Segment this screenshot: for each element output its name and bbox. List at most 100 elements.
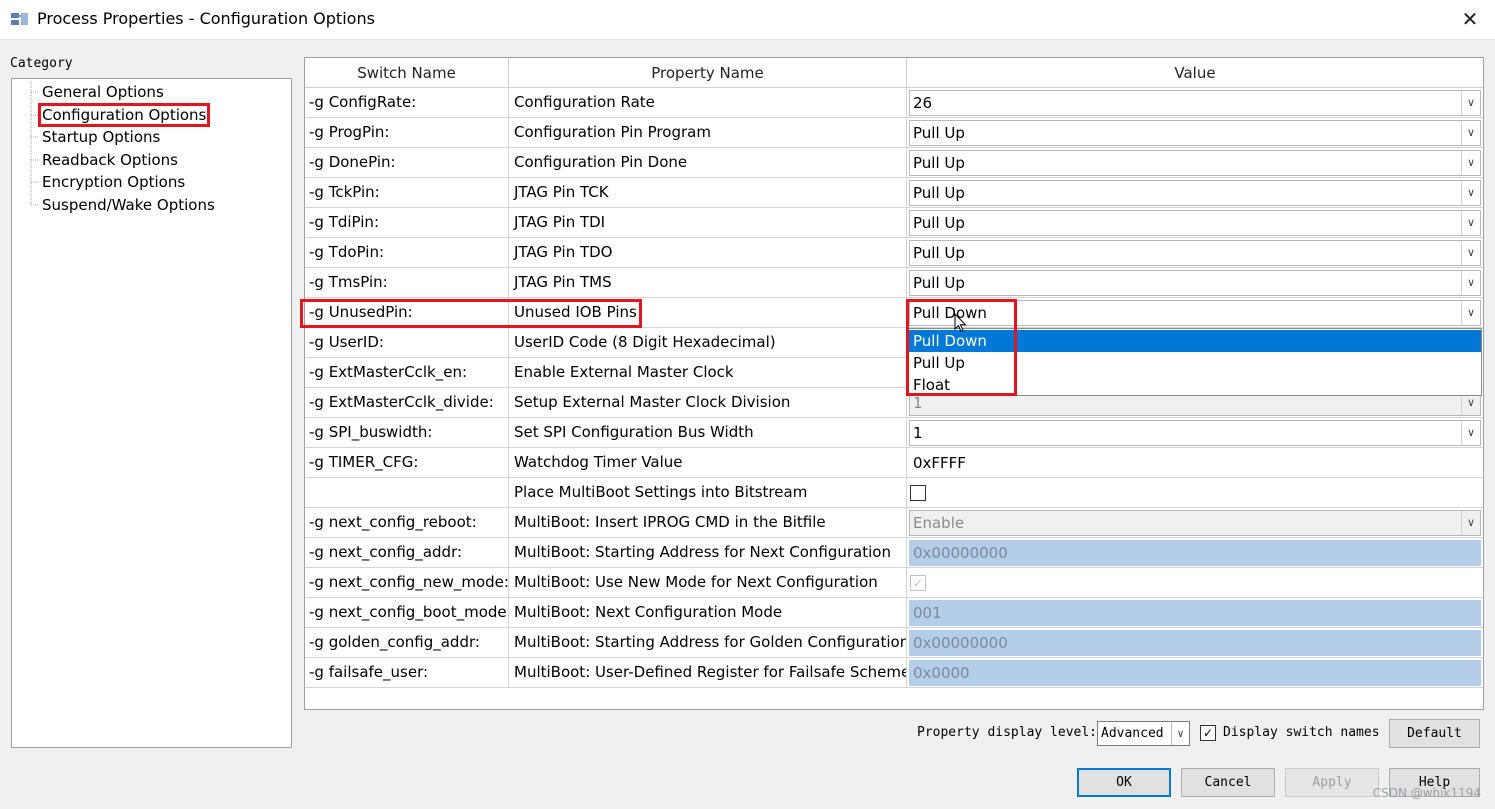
chevron-down-icon: ∨ [1461, 511, 1480, 535]
table-row[interactable]: -g DonePin: Configuration Pin Done Pull Up… [305, 148, 1483, 178]
cancel-button[interactable]: Cancel [1181, 768, 1275, 797]
property-name-cell: MultiBoot: Use New Mode for Next Configu… [509, 568, 907, 597]
tree-item-configuration-options[interactable]: Configuration Options [37, 103, 211, 127]
display-level-select[interactable]: Advanced ∨ [1097, 721, 1190, 746]
property-name-cell: UserID Code (8 Digit Hexadecimal) [509, 328, 907, 357]
switch-name-cell: -g TdiPin: [305, 208, 509, 237]
value-combobox[interactable]: 26 ∨ [909, 90, 1481, 116]
property-name-cell: MultiBoot: Insert IPROG CMD in the Bitfi… [509, 508, 907, 537]
table-row[interactable]: -g next_config_boot_mode: MultiBoot: Next… [305, 598, 1483, 628]
display-switch-names-checkbox[interactable]: ✓ [1200, 725, 1216, 741]
value-cell: Pull Up ∨ [907, 148, 1483, 177]
tree-item-startup-options[interactable]: Startup Options [39, 126, 163, 148]
switch-name-cell: -g UserID: [305, 328, 509, 357]
apply-button[interactable]: Apply [1285, 768, 1379, 797]
chevron-down-icon: ∨ [1461, 211, 1480, 235]
property-name-cell: MultiBoot: Starting Address for Next Con… [509, 538, 907, 567]
value-cell: Pull Up ∨ [907, 118, 1483, 147]
property-name-cell: JTAG Pin TCK [509, 178, 907, 207]
table-row[interactable]: -g next_config_new_mode: MultiBoot: Use N… [305, 568, 1483, 598]
switch-name-cell: -g next_config_boot_mode: [305, 598, 509, 627]
default-button[interactable]: Default [1389, 719, 1480, 748]
switch-name-cell: -g ExtMasterCclk_divide: [305, 388, 509, 417]
table-row[interactable]: -g failsafe_user: MultiBoot: User-Defined… [305, 658, 1483, 688]
value-cell: Pull Up ∨ [907, 178, 1483, 207]
value-combobox[interactable]: Pull Up ∨ [909, 120, 1481, 146]
property-name-cell: MultiBoot: User-Defined Register for Fai… [509, 658, 907, 687]
title-bar: Process Properties - Configuration Optio… [0, 0, 1495, 40]
table-row[interactable]: -g TmsPin: JTAG Pin TMS Pull Up ∨ [305, 268, 1483, 298]
property-name-cell: Configuration Rate [509, 88, 907, 117]
value-combobox[interactable]: Pull Up ∨ [909, 210, 1481, 236]
switch-name-cell: -g next_config_new_mode: [305, 568, 509, 597]
value-cell: Pull Down ∨ [907, 298, 1483, 327]
table-row[interactable]: -g TckPin: JTAG Pin TCK Pull Up ∨ [305, 178, 1483, 208]
dropdown-option-pull-up[interactable]: Pull Up [909, 352, 1481, 374]
category-label: Category [10, 56, 73, 71]
display-level-label: Property display level: [917, 725, 1098, 740]
switch-name-cell [305, 478, 509, 507]
combobox-value: Pull Up [913, 214, 965, 232]
combobox-value: Pull Up [913, 184, 965, 202]
property-name-cell: Configuration Pin Done [509, 148, 907, 177]
value-combobox[interactable]: Pull Down ∨ [909, 300, 1481, 326]
watermark: CSDN @whik1194 [1372, 786, 1481, 800]
chevron-down-icon: ∨ [1461, 91, 1480, 115]
value-checkbox[interactable] [910, 485, 926, 501]
value-cell: Enable ∨ [907, 508, 1483, 537]
close-icon: ✕ [1461, 7, 1479, 31]
table-row[interactable]: -g TdiPin: JTAG Pin TDI Pull Up ∨ [305, 208, 1483, 238]
display-switch-names-label: Display switch names [1223, 725, 1380, 740]
combobox-value: 1 [913, 424, 923, 442]
tree-item-general-options[interactable]: General Options [39, 81, 167, 103]
property-name-cell: Setup External Master Clock Division [509, 388, 907, 417]
ok-button[interactable]: OK [1077, 768, 1171, 797]
value-combobox[interactable]: 1 ∨ [909, 420, 1481, 446]
switch-name-cell: -g TckPin: [305, 178, 509, 207]
table-row[interactable]: -g SPI_buswidth: Set SPI Configuration Bu… [305, 418, 1483, 448]
chevron-down-icon: ∨ [1461, 301, 1480, 325]
window-title: Process Properties - Configuration Optio… [37, 9, 375, 28]
combobox-value: Pull Up [913, 244, 965, 262]
close-button[interactable]: ✕ [1457, 6, 1483, 32]
value-cell: Pull Up ∨ [907, 208, 1483, 237]
tree-item-encryption-options[interactable]: Encryption Options [39, 171, 188, 193]
header-value: Value [1174, 64, 1216, 82]
value-text-field[interactable]: 0xFFFF [909, 450, 1481, 476]
property-name-cell: Place MultiBoot Settings into Bitstream [509, 478, 907, 507]
dropdown-option-pull-down[interactable]: Pull Down [909, 330, 1481, 352]
header-property-name: Property Name [509, 58, 907, 88]
chevron-down-icon: ∨ [1461, 151, 1480, 175]
value-combobox[interactable]: Pull Up ∨ [909, 180, 1481, 206]
table-row[interactable]: -g next_config_reboot: MultiBoot: Insert … [305, 508, 1483, 538]
value-checkbox: ✓ [910, 575, 926, 591]
value-cell: 0x0000 [907, 658, 1483, 687]
switch-name-cell: -g TIMER_CFG: [305, 448, 509, 477]
switch-name-cell: -g SPI_buswidth: [305, 418, 509, 447]
table-row[interactable]: -g next_config_addr: MultiBoot: Starting … [305, 538, 1483, 568]
table-row[interactable]: -g ConfigRate: Configuration Rate 26 ∨ [305, 88, 1483, 118]
table-row[interactable]: -g ProgPin: Configuration Pin Program Pull… [305, 118, 1483, 148]
value-combobox[interactable]: Pull Up ∨ [909, 150, 1481, 176]
value-cell: 0x00000000 [907, 538, 1483, 567]
value-text-field: 0x00000000 [909, 630, 1481, 656]
dropdown-option-float[interactable]: Float [909, 374, 1481, 396]
value-text-field: 0x00000000 [909, 540, 1481, 566]
tree-item-suspend-wake-options[interactable]: Suspend/Wake Options [39, 194, 218, 216]
value-cell: 26 ∨ [907, 88, 1483, 117]
mouse-cursor-icon [954, 313, 967, 333]
combobox-value: 26 [913, 94, 933, 112]
table-row[interactable]: -g TIMER_CFG: Watchdog Timer Value 0xFFFF [305, 448, 1483, 478]
value-combobox[interactable]: Pull Up ∨ [909, 270, 1481, 296]
tree-item-readback-options[interactable]: Readback Options [39, 149, 181, 171]
value-combobox[interactable]: Pull Up ∨ [909, 240, 1481, 266]
value-cell [907, 478, 1483, 507]
table-row[interactable]: Place MultiBoot Settings into Bitstream [305, 478, 1483, 508]
property-name-cell: JTAG Pin TMS [509, 268, 907, 297]
display-level-value: Advanced [1101, 726, 1164, 741]
switch-name-cell: -g ExtMasterCclk_en: [305, 358, 509, 387]
table-row[interactable]: -g golden_config_addr: MultiBoot: Startin… [305, 628, 1483, 658]
table-row[interactable]: -g TdoPin: JTAG Pin TDO Pull Up ∨ [305, 238, 1483, 268]
combobox-value: Pull Down [913, 304, 987, 322]
property-name-cell: JTAG Pin TDO [509, 238, 907, 267]
